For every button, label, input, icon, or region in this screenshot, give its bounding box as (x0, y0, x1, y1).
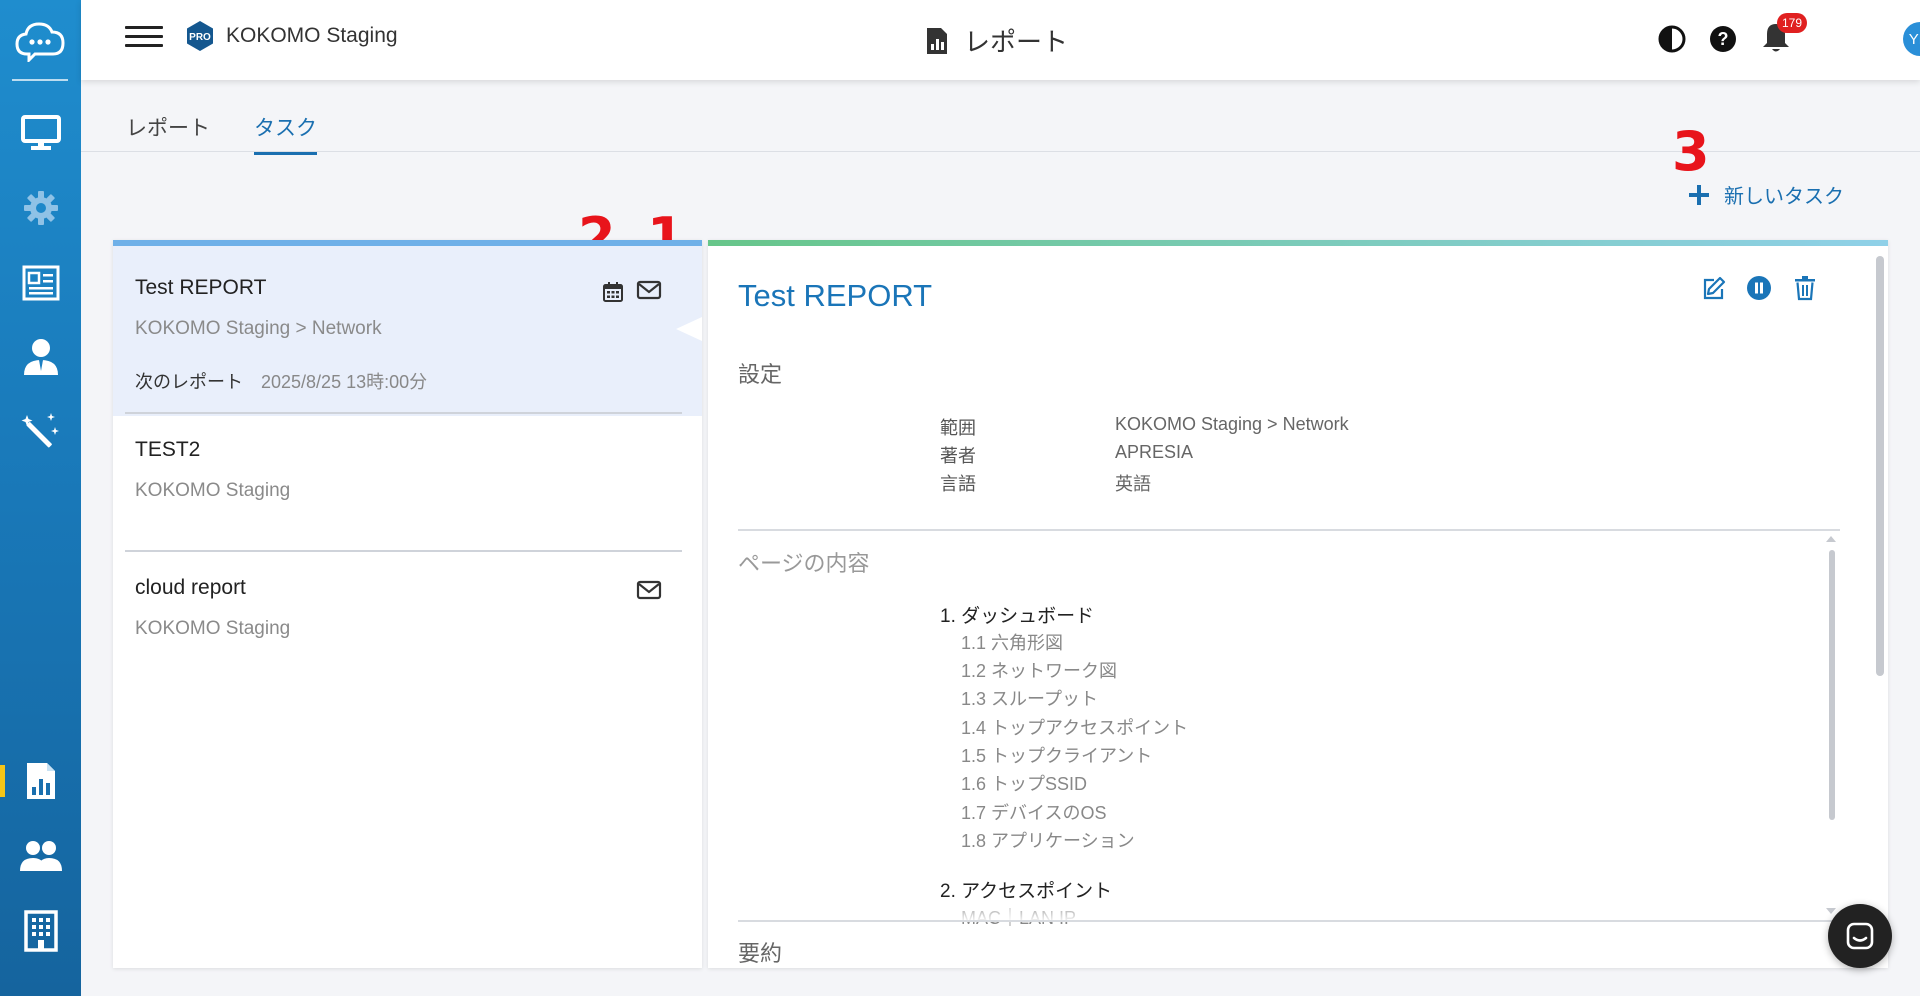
building-icon (23, 910, 58, 952)
inner-scrollbar[interactable] (1829, 550, 1835, 820)
annotation-3: 3 (1672, 120, 1710, 183)
hamburger-line (125, 44, 163, 47)
list-divider (125, 550, 682, 552)
hamburger-line (125, 26, 163, 29)
toc-heading: 2. アクセスポイント (940, 881, 1113, 902)
trash-icon[interactable] (1791, 274, 1819, 302)
edit-icon[interactable] (1700, 274, 1728, 302)
notification-badge: 179 (1777, 13, 1808, 33)
page-title-group: レポート (926, 22, 1068, 59)
chat-icon (1846, 922, 1874, 950)
email-icon[interactable] (636, 278, 662, 302)
setting-key-author: 著者 (940, 446, 976, 466)
summary-section-label: 要約 (738, 941, 783, 966)
tab-bar: レポート タスク (81, 100, 1920, 155)
sidebar-item-reports[interactable] (0, 751, 81, 811)
content-fade (738, 900, 1840, 922)
setting-value-author: APRESIA (1115, 442, 1194, 462)
sidebar-item-users-admin[interactable] (0, 327, 81, 387)
chat-support-button[interactable] (1828, 904, 1892, 968)
settings-section-label: 設定 (738, 362, 783, 387)
toc-item: 1.5 トップクライアント (961, 746, 1153, 766)
report-icon (26, 763, 55, 799)
contrast-toggle-icon[interactable] (1658, 25, 1686, 53)
toc-item: 1.6 トップSSID (961, 774, 1088, 794)
sidebar-item-settings[interactable] (0, 178, 81, 238)
selection-pointer (676, 317, 702, 341)
task-scope: KOKOMO Staging (135, 480, 291, 501)
task-next-date: 2025/8/25 13時:00分 (261, 372, 428, 392)
toc-item: 1.4 トップアクセスポイント (961, 718, 1189, 738)
sidebar-item-users[interactable] (0, 826, 81, 886)
user-avatar[interactable]: YM (1903, 22, 1920, 56)
menu-toggle-button[interactable] (125, 20, 163, 52)
task-scope: KOKOMO Staging > Network (135, 318, 382, 339)
email-icon[interactable] (636, 578, 662, 602)
gear-icon (23, 191, 58, 225)
section-divider (738, 529, 1840, 531)
top-header: PRO KOKOMO Staging レポート ? 179 YM (81, 0, 1920, 80)
task-list-panel: Test REPORT KOKOMO Staging > Network 次のレ… (113, 240, 702, 968)
monitor-icon (20, 115, 61, 150)
pro-badge-icon: PRO (187, 21, 213, 51)
toc-item: 1.7 デバイスのOS (961, 803, 1107, 823)
task-next-label: 次のレポート (135, 372, 243, 392)
tab-tasks[interactable]: タスク (254, 112, 317, 155)
plus-icon (1689, 184, 1709, 205)
sidebar-item-wizard[interactable] (0, 401, 81, 461)
hamburger-line (125, 35, 163, 38)
toc-item: 1.3 スループット (961, 689, 1098, 709)
pro-badge-text: PRO (189, 32, 211, 43)
inner-scroll-down[interactable] (1826, 908, 1836, 914)
task-title: cloud report (135, 576, 246, 599)
toc-item: 1.1 六角形図 (961, 633, 1064, 653)
svg-text:?: ? (1718, 29, 1729, 49)
sidebar (0, 0, 81, 996)
person-icon (23, 339, 58, 375)
detail-scrollbar[interactable] (1876, 256, 1884, 676)
task-item-cloud-report[interactable]: cloud report KOKOMO Staging (113, 554, 702, 688)
task-title: TEST2 (135, 438, 201, 461)
new-task-button[interactable]: 新しいタスク (1688, 180, 1844, 209)
task-item-test2[interactable]: TEST2 KOKOMO Staging (113, 416, 702, 550)
toc-item: 1.2 ネットワーク図 (961, 661, 1118, 681)
toc-heading: 1. ダッシュボード (940, 606, 1095, 627)
calendar-icon[interactable] (601, 280, 625, 304)
help-icon[interactable]: ? (1709, 25, 1737, 53)
task-next-report: 次のレポート 2025/8/25 13時:00分 (135, 368, 427, 394)
pause-icon[interactable] (1745, 274, 1773, 302)
app-logo-icon[interactable] (10, 10, 70, 70)
tab-reports[interactable]: レポート (126, 112, 210, 152)
task-scope: KOKOMO Staging (135, 618, 291, 639)
setting-value-language: 英語 (1115, 474, 1151, 494)
task-item-test-report[interactable]: Test REPORT KOKOMO Staging > Network 次のレ… (113, 246, 702, 416)
report-title-icon (927, 27, 947, 54)
list-divider (125, 412, 682, 414)
inner-scroll-up[interactable] (1826, 536, 1836, 542)
detail-title: Test REPORT (738, 278, 933, 313)
section-divider (738, 920, 1840, 922)
sidebar-item-reports-list[interactable] (0, 253, 81, 313)
sidebar-divider (12, 79, 68, 81)
contents-section-label: ページの内容 (738, 551, 870, 576)
task-title: Test REPORT (135, 276, 267, 299)
setting-key-language: 言語 (940, 474, 976, 494)
page-title: レポート (964, 27, 1069, 57)
newspaper-icon (22, 265, 59, 301)
users-icon (19, 841, 62, 871)
new-task-label: 新しいタスク (1724, 186, 1844, 208)
task-detail-panel: Test REPORT 設定 範囲 KOKOMO Staging > Netwo… (708, 240, 1888, 968)
sidebar-item-organization[interactable] (0, 901, 81, 961)
sidebar-item-monitor[interactable] (0, 103, 81, 163)
site-name[interactable]: KOKOMO Staging (226, 24, 398, 48)
magic-wand-icon (21, 413, 59, 448)
setting-key-scope: 範囲 (940, 418, 976, 438)
setting-value-scope: KOKOMO Staging > Network (1115, 414, 1349, 434)
toc-item: 1.8 アプリケーション (961, 831, 1135, 851)
